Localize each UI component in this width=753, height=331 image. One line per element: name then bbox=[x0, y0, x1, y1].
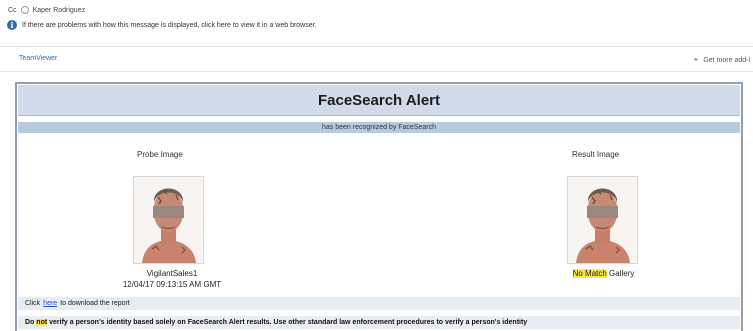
info-icon: i bbox=[7, 20, 17, 30]
probe-timestamp: 12/04/17 09:13:15 AM GMT bbox=[122, 280, 222, 289]
no-match-badge: No Match bbox=[572, 269, 607, 278]
probe-image-label: Probe Image bbox=[137, 150, 183, 159]
result-gallery-label: Gallery bbox=[606, 269, 635, 278]
info-text[interactable]: If there are problems with how this mess… bbox=[22, 22, 317, 29]
addin-bar: TeamViewer + Get more add-i bbox=[0, 46, 753, 72]
result-image-label: Result Image bbox=[572, 150, 620, 159]
disclaimer-do: Do bbox=[25, 319, 35, 326]
result-caption: No Match Gallery bbox=[541, 269, 666, 278]
get-more-addins-label: Get more add-i bbox=[703, 57, 750, 64]
cc-recipient[interactable]: Kaper Rodriguez bbox=[33, 7, 86, 14]
info-bar[interactable]: i If there are problems with how this me… bbox=[7, 20, 317, 30]
teamviewer-addin[interactable]: TeamViewer bbox=[19, 55, 57, 62]
download-report-link[interactable]: here bbox=[43, 300, 57, 307]
probe-source: VigilantSales1 bbox=[146, 269, 198, 278]
alert-subtitle: has been recognized by FaceSearch bbox=[18, 122, 740, 133]
facesearch-alert-card: FaceSearch Alert has been recognized by … bbox=[15, 82, 743, 331]
plus-icon: + bbox=[693, 55, 699, 64]
cc-row: Cc Kaper Rodriguez bbox=[8, 6, 85, 14]
probe-image bbox=[133, 176, 204, 264]
disclaimer: Do not verify a person's identity based … bbox=[18, 316, 740, 329]
result-image bbox=[567, 176, 638, 264]
alert-title: FaceSearch Alert bbox=[18, 85, 740, 116]
disclaimer-not: not bbox=[36, 319, 48, 326]
recipient-status-icon bbox=[20, 6, 29, 14]
download-prefix: Click bbox=[25, 300, 41, 307]
probe-caption: VigilantSales1 12/04/17 09:13:15 AM GMT bbox=[107, 269, 237, 289]
get-more-addins-button[interactable]: + Get more add-i bbox=[694, 55, 750, 64]
cc-label: Cc bbox=[8, 6, 17, 14]
disclaimer-text: verify a person's identity based solely … bbox=[49, 319, 528, 326]
download-suffix: to download the report bbox=[60, 300, 130, 307]
download-row: Click here to download the report bbox=[18, 297, 740, 310]
